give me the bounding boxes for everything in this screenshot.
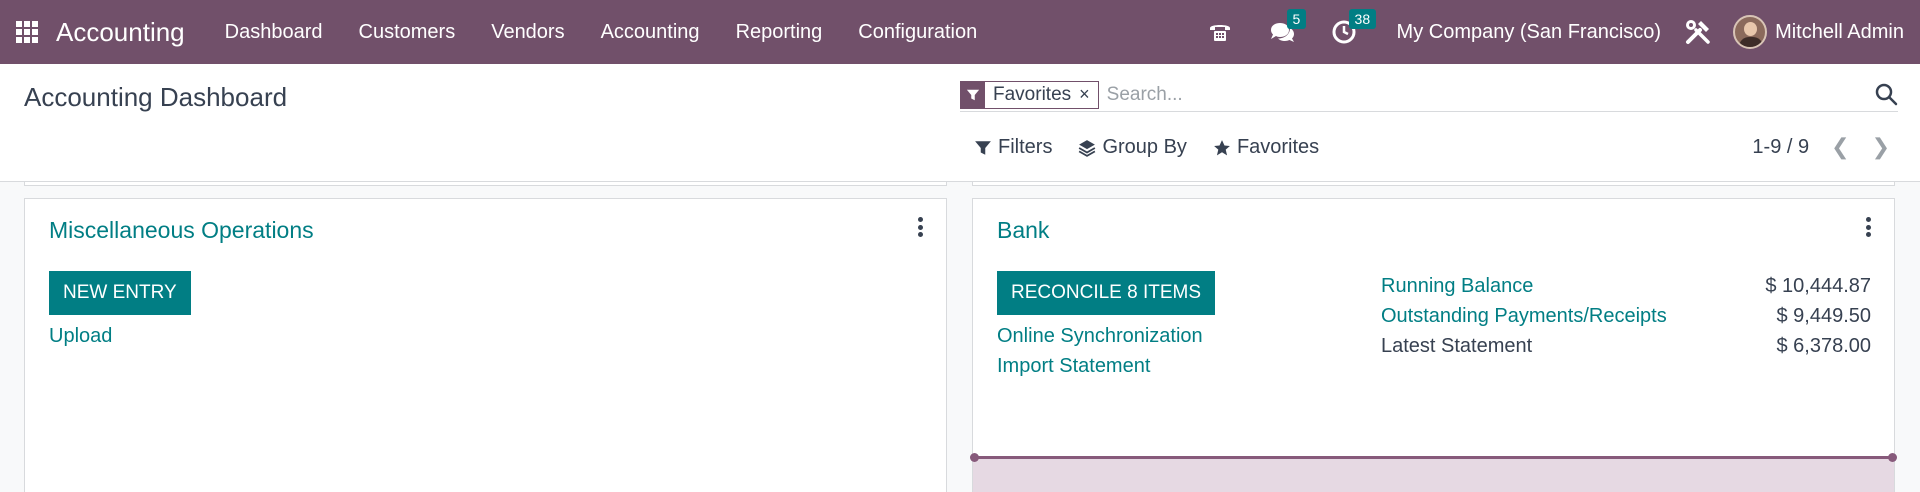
filters-label: Filters [998, 136, 1053, 158]
facet-remove-icon[interactable]: × [1079, 84, 1098, 105]
menu-customers[interactable]: Customers [341, 21, 474, 44]
star-icon [1214, 139, 1230, 155]
filter-facet-icon [961, 80, 985, 109]
wrench-screwdriver-icon [1686, 20, 1710, 44]
search-facet-favorites[interactable]: Favorites × [960, 80, 1099, 109]
favorites-label: Favorites [1236, 136, 1320, 158]
control-panel: Accounting Dashboard Favorites × Filters [0, 64, 1920, 182]
pager-value[interactable]: 1-9 / 9 [1752, 136, 1809, 159]
running-balance-label[interactable]: Running Balance [1381, 275, 1533, 305]
previous-card-edge [24, 182, 947, 186]
card-menu-icon[interactable] [1866, 217, 1872, 237]
page-title: Accounting Dashboard [24, 82, 288, 112]
menu-dashboard[interactable]: Dashboard [207, 21, 341, 44]
company-switcher[interactable]: My Company (San Francisco) [1397, 21, 1662, 44]
menu-reporting[interactable]: Reporting [718, 21, 841, 44]
magnifier-icon [1875, 83, 1898, 106]
latest-statement-label: Latest Statement [1381, 335, 1533, 357]
top-navbar: Accounting Dashboard Customers Vendors A… [0, 0, 1920, 64]
user-menu[interactable]: Mitchell Admin [1775, 21, 1904, 44]
user-avatar[interactable] [1733, 15, 1768, 49]
debug-tools-icon[interactable] [1683, 17, 1713, 47]
main-menu: Dashboard Customers Vendors Accounting R… [207, 21, 996, 44]
latest-statement-value: $ 6,378.00 [1776, 335, 1871, 357]
card-menu-icon[interactable] [918, 217, 924, 237]
new-entry-button[interactable]: NEW ENTRY [49, 271, 191, 315]
balance-graph[interactable] [970, 453, 1897, 492]
stat-row: Latest Statement $ 6,378.00 [1381, 335, 1871, 365]
layers-icon [1079, 139, 1096, 157]
pager: 1-9 / 9 ❮ ❯ [1752, 134, 1890, 160]
messages-icon[interactable]: 5 [1267, 9, 1307, 47]
journal-card-misc: Miscellaneous Operations NEW ENTRY Uploa… [24, 198, 947, 492]
pager-previous-icon[interactable]: ❮ [1831, 134, 1849, 160]
search-icon[interactable] [1874, 82, 1898, 106]
funnel-icon [966, 89, 980, 100]
facet-label: Favorites [993, 83, 1072, 105]
filters-dropdown[interactable]: Filters [974, 136, 1052, 159]
previous-card-edge [972, 182, 1895, 186]
filter-icon [975, 140, 991, 155]
outstanding-payments-label[interactable]: Outstanding Payments/Receipts [1381, 305, 1667, 335]
group-by-dropdown[interactable]: Group By [1078, 136, 1187, 159]
menu-accounting[interactable]: Accounting [583, 21, 718, 44]
search-input[interactable] [1106, 83, 1807, 106]
favorites-dropdown[interactable]: Favorites [1213, 136, 1319, 159]
upload-link[interactable]: Upload [49, 325, 112, 348]
group-by-label: Group By [1102, 136, 1187, 158]
journal-title[interactable]: Bank [997, 217, 1049, 244]
activities-count-badge: 38 [1348, 9, 1377, 29]
phone-icon[interactable] [1205, 17, 1235, 47]
messages-count-badge: 5 [1286, 9, 1307, 29]
stat-row: Running Balance $ 10,444.87 [1381, 275, 1871, 305]
journal-card-bank: Bank RECONCILE 8 ITEMS Online Synchroniz… [970, 198, 1897, 492]
stat-row: Outstanding Payments/Receipts $ 9,449.50 [1381, 305, 1871, 335]
apps-menu-icon[interactable] [16, 21, 38, 43]
activities-icon[interactable]: 38 [1329, 9, 1377, 47]
app-brand[interactable]: Accounting [56, 17, 185, 48]
menu-vendors[interactable]: Vendors [473, 21, 582, 44]
navbar-systray: 5 38 My Company (San Francisco) Mitchell… [1189, 0, 1920, 64]
graph-point [1888, 453, 1897, 462]
menu-configuration[interactable]: Configuration [840, 21, 995, 44]
running-balance-value: $ 10,444.87 [1765, 275, 1871, 297]
journal-title[interactable]: Miscellaneous Operations [49, 217, 314, 244]
online-synchronization-link[interactable]: Online Synchronization [997, 325, 1203, 348]
phone-icon-svg [1209, 25, 1230, 41]
graph-point [970, 453, 979, 462]
outstanding-payments-value: $ 9,449.50 [1776, 305, 1871, 327]
pager-next-icon[interactable]: ❯ [1872, 134, 1890, 160]
import-statement-link[interactable]: Import Statement [997, 355, 1150, 378]
reconcile-button[interactable]: RECONCILE 8 ITEMS [997, 271, 1216, 315]
search-options: Filters Group By Favorites [974, 136, 1345, 159]
search-bar: Favorites × [960, 78, 1898, 112]
bank-stats: Running Balance $ 10,444.87 Outstanding … [1381, 275, 1871, 365]
